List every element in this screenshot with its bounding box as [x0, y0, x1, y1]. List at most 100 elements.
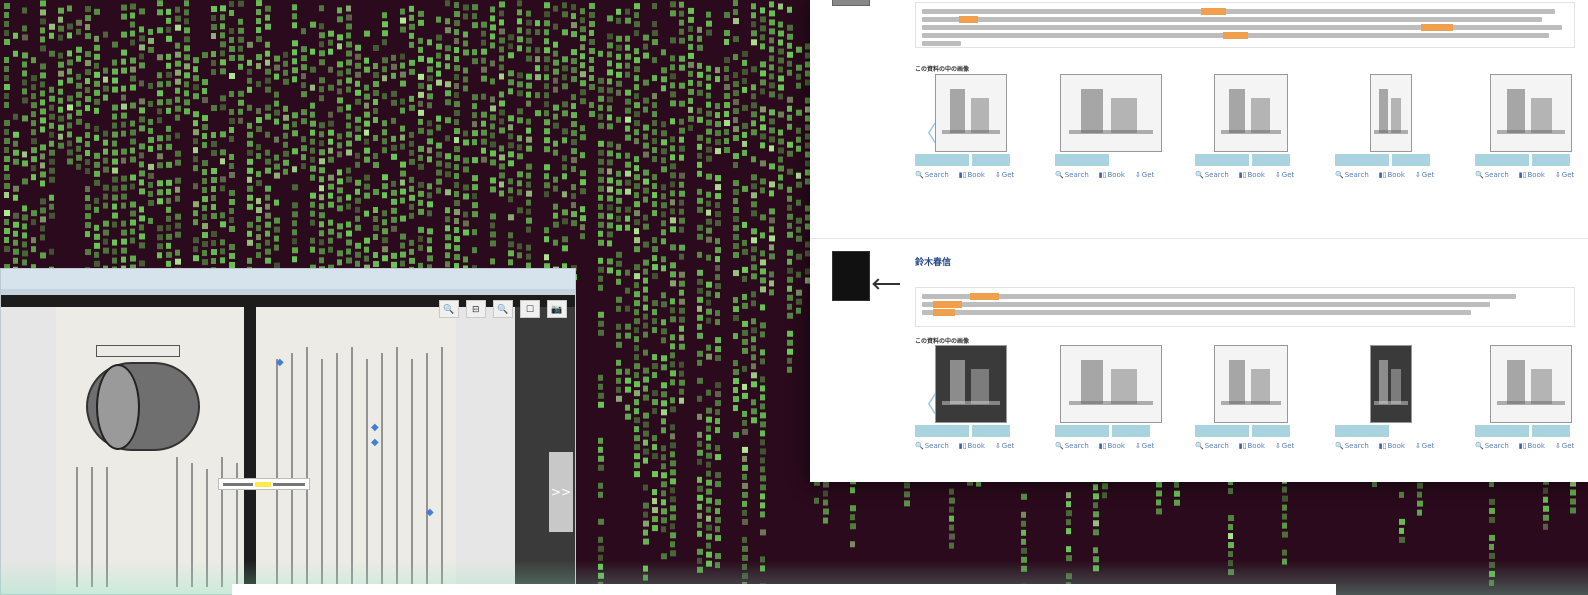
- get-link[interactable]: ⇩Get: [1135, 171, 1159, 179]
- get-link[interactable]: ⇩Get: [995, 442, 1019, 450]
- image-thumbnail[interactable]: [1214, 74, 1288, 152]
- get-link[interactable]: ⇩Get: [1275, 442, 1299, 450]
- image-actions: 🔍Search ▮▯Book ⇩Get: [915, 171, 1024, 179]
- book-link[interactable]: ▮▯Book: [1519, 171, 1550, 179]
- search-link[interactable]: 🔍Search: [1335, 171, 1374, 179]
- image-tag[interactable]: [972, 425, 1010, 437]
- action-label: Search: [1484, 442, 1509, 450]
- search-link[interactable]: 🔍Search: [1475, 442, 1514, 450]
- bottom-panel-edge: [232, 584, 1336, 595]
- book-link[interactable]: ▮▯Book: [959, 442, 990, 450]
- get-link[interactable]: ⇩Get: [1555, 171, 1579, 179]
- image-tag[interactable]: [1335, 154, 1389, 166]
- search-link[interactable]: 🔍Search: [915, 442, 954, 450]
- image-tag[interactable]: [1475, 154, 1529, 166]
- book-page-view[interactable]: ◆ ◆ ◆ ◆: [1, 307, 515, 594]
- search-link[interactable]: 🔍Search: [915, 171, 954, 179]
- document-thumbnail[interactable]: [832, 251, 870, 301]
- get-link[interactable]: ⇩Get: [1275, 171, 1299, 179]
- image-thumbnail[interactable]: [1490, 74, 1572, 152]
- image-tag[interactable]: [915, 154, 969, 166]
- download-icon: ⇩: [1274, 171, 1281, 179]
- image-thumbnail[interactable]: [1060, 74, 1162, 152]
- image-thumbnail[interactable]: [1490, 345, 1572, 423]
- image-tag[interactable]: [972, 154, 1010, 166]
- image-card: 🔍Search ▮▯Book ⇩Get: [1475, 345, 1588, 482]
- image-tag[interactable]: [1335, 425, 1389, 437]
- zoom-in-icon[interactable]: 🔍: [438, 300, 459, 318]
- camera-icon[interactable]: 📷: [547, 300, 567, 318]
- image-thumbnail[interactable]: [1060, 345, 1162, 423]
- image-card: 🔍Search ▮▯Book ⇩Get: [1475, 74, 1588, 214]
- get-link[interactable]: ⇩Get: [995, 171, 1019, 179]
- book-icon: ▮▯: [1378, 442, 1387, 450]
- search-link[interactable]: 🔍Search: [1055, 442, 1094, 450]
- tag-row: [1195, 425, 1293, 437]
- image-tag[interactable]: [1252, 425, 1290, 437]
- image-thumbnail[interactable]: [1214, 345, 1288, 423]
- annotation-marker-icon[interactable]: ◆: [276, 357, 284, 368]
- search-icon: 🔍: [915, 171, 924, 179]
- book-link[interactable]: ▮▯Book: [959, 171, 990, 179]
- image-tag[interactable]: [1532, 154, 1570, 166]
- image-actions: 🔍Search ▮▯Book ⇩Get: [1475, 442, 1584, 450]
- search-link[interactable]: 🔍Search: [1335, 442, 1374, 450]
- download-icon: ⇩: [1554, 442, 1561, 450]
- image-tag[interactable]: [1055, 154, 1109, 166]
- image-card: 🔍Search ▮▯Book ⇩Get: [1195, 345, 1325, 482]
- image-tag[interactable]: [1195, 425, 1249, 437]
- document-thumbnail[interactable]: [832, 0, 870, 6]
- book-link[interactable]: ▮▯Book: [1239, 171, 1270, 179]
- book-link[interactable]: ▮▯Book: [1239, 442, 1270, 450]
- get-link[interactable]: ⇩Get: [1135, 442, 1159, 450]
- search-link[interactable]: 🔍Search: [1055, 171, 1094, 179]
- book-link[interactable]: ▮▯Book: [1379, 171, 1410, 179]
- annotation-marker-icon[interactable]: ◆: [371, 437, 379, 448]
- image-thumbnail[interactable]: [935, 74, 1007, 152]
- get-link[interactable]: ⇩Get: [1415, 171, 1439, 179]
- action-label: Search: [1064, 442, 1089, 450]
- action-label: Search: [1344, 171, 1369, 179]
- image-thumbnail[interactable]: [1370, 74, 1412, 152]
- image-thumbnail[interactable]: [935, 345, 1007, 423]
- search-link[interactable]: 🔍Search: [1195, 171, 1234, 179]
- book-link[interactable]: ▮▯Book: [1099, 171, 1130, 179]
- get-link[interactable]: ⇩Get: [1415, 442, 1439, 450]
- image-tag[interactable]: [915, 425, 969, 437]
- result-title[interactable]: 鈴木春信: [915, 255, 951, 268]
- image-tag[interactable]: [1392, 154, 1430, 166]
- image-tag[interactable]: [1252, 154, 1290, 166]
- search-link[interactable]: 🔍Search: [1475, 171, 1514, 179]
- text-selection-tooltip: [218, 478, 310, 490]
- annotation-marker-icon[interactable]: ◆: [371, 422, 379, 433]
- image-tag[interactable]: [1055, 425, 1109, 437]
- book-viewer-window: ◆ ◆ ◆ ◆ 🔍 ⊟ 🔍 ☐ 📷: [0, 268, 576, 595]
- single-page-icon[interactable]: ☐: [519, 300, 540, 318]
- download-icon: ⇩: [1274, 442, 1281, 450]
- zoom-out-icon[interactable]: 🔍: [492, 300, 513, 318]
- text-column: [441, 347, 443, 592]
- search-link[interactable]: 🔍Search: [1195, 442, 1234, 450]
- book-link[interactable]: ▮▯Book: [1519, 442, 1550, 450]
- image-card: 🔍Search ▮▯Book ⇩Get: [1335, 345, 1465, 482]
- book-link[interactable]: ▮▯Book: [1099, 442, 1130, 450]
- image-thumbnail[interactable]: [1370, 345, 1412, 423]
- image-card: 🔍Search ▮▯Book ⇩Get: [1335, 74, 1465, 214]
- image-carousel: 〈 🔍Search ▮▯Book ⇩Get 🔍Search ▮▯Book ⇩Get 🔍Sear…: [915, 345, 1588, 482]
- annotation-marker-icon[interactable]: ◆: [426, 507, 434, 518]
- image-tag[interactable]: [1112, 425, 1150, 437]
- image-actions: 🔍Search ▮▯Book ⇩Get: [1055, 171, 1164, 179]
- fit-page-icon[interactable]: ⊟: [465, 300, 486, 318]
- image-tag[interactable]: [1195, 154, 1249, 166]
- image-tag[interactable]: [1475, 425, 1529, 437]
- image-card: 🔍Search ▮▯Book ⇩Get: [1055, 345, 1185, 482]
- action-label: Search: [1204, 171, 1229, 179]
- book-link[interactable]: ▮▯Book: [1379, 442, 1410, 450]
- get-link[interactable]: ⇩Get: [1555, 442, 1579, 450]
- images-section-label: この資料の中の画像: [915, 66, 970, 73]
- image-card: 🔍Search ▮▯Book ⇩Get: [1195, 74, 1325, 214]
- book-icon: ▮▯: [1378, 171, 1387, 179]
- action-label: Book: [1527, 171, 1545, 179]
- next-page-button[interactable]: >>: [549, 452, 573, 532]
- image-tag[interactable]: [1532, 425, 1570, 437]
